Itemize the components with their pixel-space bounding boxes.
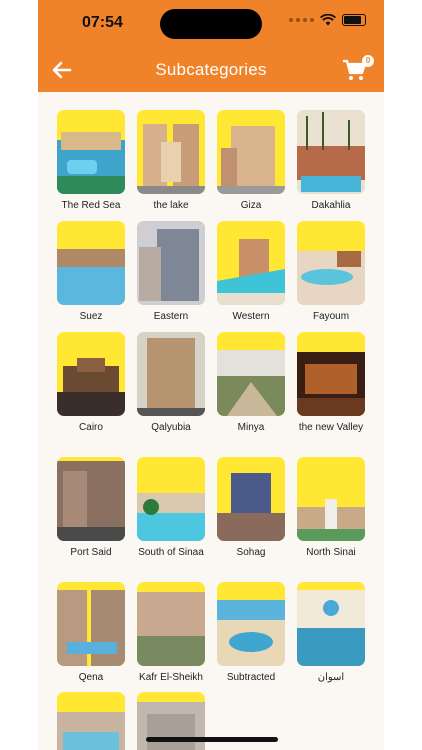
subcategory-image <box>217 332 285 416</box>
subcategory-item[interactable]: Cairo <box>56 332 126 434</box>
subcategory-image <box>57 692 125 750</box>
subcategory-item[interactable]: Port Said <box>56 457 126 559</box>
app-header: 07:54 Subcategories 0 <box>38 0 384 92</box>
subcategory-item[interactable]: Sohag <box>216 457 286 559</box>
subcategory-image <box>57 457 125 541</box>
subcategory-label: The Red Sea <box>61 200 121 211</box>
subcategory-label: Eastern <box>153 311 189 322</box>
subcategory-label: Dakahlia <box>311 200 351 211</box>
subcategory-item[interactable]: اسوان <box>296 582 366 684</box>
subcategory-image <box>217 457 285 541</box>
subcategory-label: Suez <box>79 311 103 322</box>
subcategory-image <box>57 582 125 666</box>
subcategory-item[interactable]: Qalyubia <box>136 332 206 434</box>
subcategory-image <box>217 221 285 305</box>
subcategory-grid: The Red Sea the lake Giza Dakahlia Suez … <box>38 92 384 750</box>
signal-icon <box>289 18 314 22</box>
status-icons <box>289 14 366 26</box>
subcategory-image <box>137 457 205 541</box>
subcategory-label: Qena <box>78 672 104 683</box>
subcategory-item[interactable]: The Red Sea <box>56 110 126 212</box>
subcategory-item[interactable]: Dakahlia <box>296 110 366 212</box>
subcategory-item[interactable]: the lake <box>136 110 206 212</box>
app-screen: 07:54 Subcategories 0 The Red Sea the la… <box>38 0 384 750</box>
subcategory-image <box>137 221 205 305</box>
subcategory-image <box>137 332 205 416</box>
page-title: Subcategories <box>155 60 267 79</box>
subcategory-image <box>137 110 205 194</box>
subcategory-item[interactable]: Minya <box>216 332 286 434</box>
subcategory-image <box>297 582 365 666</box>
subcategory-label: the new Valley <box>298 422 364 433</box>
subcategory-item[interactable]: Fayoum <box>296 221 366 323</box>
subcategory-label: Sohag <box>236 547 266 558</box>
status-time: 07:54 <box>82 14 123 31</box>
wifi-icon <box>320 14 336 26</box>
subcategory-label: Giza <box>240 200 262 211</box>
subcategory-image <box>137 582 205 666</box>
home-indicator[interactable] <box>146 737 278 742</box>
subcategory-item[interactable]: Western <box>216 221 286 323</box>
subcategory-label: Western <box>232 311 270 322</box>
subcategory-label: Port Said <box>70 547 112 558</box>
subcategory-item[interactable]: the new Valley <box>296 332 366 434</box>
subcategory-label: Qalyubia <box>151 422 191 433</box>
subcategory-item[interactable]: North Sinai <box>296 457 366 559</box>
subcategory-item[interactable]: Subtracted <box>216 582 286 684</box>
subcategory-image <box>57 110 125 194</box>
subcategory-item[interactable]: Eastern <box>136 221 206 323</box>
subcategory-image <box>297 457 365 541</box>
dynamic-island <box>160 9 262 39</box>
subcategory-label: Fayoum <box>312 311 350 322</box>
subcategory-item[interactable]: South of Sinaa <box>136 457 206 559</box>
subcategory-label: Cairo <box>79 422 103 433</box>
subcategory-image <box>57 332 125 416</box>
cart-button[interactable]: 0 <box>342 55 374 82</box>
subcategory-label: North Sinai <box>306 547 356 558</box>
subcategory-image <box>297 332 365 416</box>
subcategory-image <box>297 110 365 194</box>
subcategory-label: South of Sinaa <box>138 547 204 558</box>
battery-icon <box>342 14 366 26</box>
subcategory-image <box>57 221 125 305</box>
subcategory-item[interactable]: Qena <box>56 582 126 684</box>
subcategory-item[interactable]: Kafr El-Sheikh <box>136 582 206 684</box>
subcategory-item[interactable]: Giza <box>216 110 286 212</box>
subcategory-label: the lake <box>153 200 189 211</box>
subcategory-label: Kafr El-Sheikh <box>139 672 203 683</box>
subcategory-label: اسوان <box>317 672 345 683</box>
subcategory-label: Minya <box>237 422 265 433</box>
subcategory-image <box>217 110 285 194</box>
subcategory-item[interactable]: Suez <box>56 221 126 323</box>
subcategory-label: Subtracted <box>226 672 276 683</box>
subcategory-image <box>297 221 365 305</box>
cart-count-badge: 0 <box>362 55 374 67</box>
subcategory-item[interactable] <box>56 692 126 750</box>
subcategory-image <box>217 582 285 666</box>
